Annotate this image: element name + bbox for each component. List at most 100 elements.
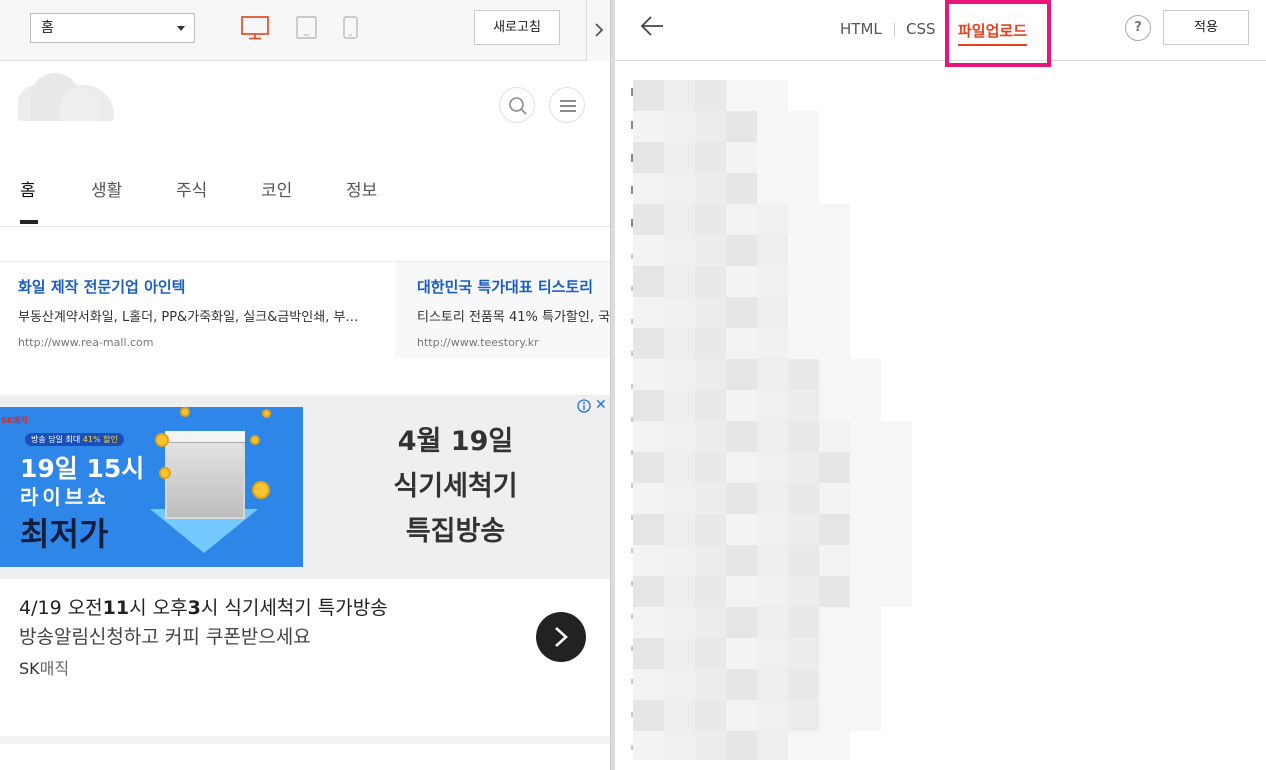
coin-decoration [159, 467, 171, 479]
coin-decoration [250, 435, 260, 445]
blur-cell [881, 452, 912, 483]
mobile-icon [343, 16, 358, 39]
nav-item-stock[interactable]: 주식 [176, 176, 207, 201]
text-ad-title[interactable]: 대한민국 특가대표 티스토리 [417, 276, 610, 297]
blur-cell [664, 142, 695, 173]
text-ad-url[interactable]: http://www.teestory.kr [417, 336, 610, 349]
nav-item-info[interactable]: 정보 [346, 176, 377, 201]
mobile-view-button[interactable] [343, 16, 359, 44]
blur-cell [757, 638, 788, 669]
blur-cell [664, 700, 695, 731]
blur-cell [881, 483, 912, 514]
text-ad-item[interactable]: 화일 제작 전문기업 아인텍 부동산계약서화일, L홀더, PP&가죽화일, 실… [0, 262, 395, 358]
blur-cell [664, 266, 695, 297]
banner-ad-text[interactable]: 4/19 오전11시 오후3시 식기세척기 특가방송 방송알림신청하고 커피 쿠… [0, 579, 610, 704]
banner-ad-image[interactable]: SK매직 방송 당일 최대 41% 할인 19일 15시 라이브쇼 최저가 [0, 407, 303, 567]
blur-cell [788, 483, 819, 514]
blur-cell [726, 669, 757, 700]
hamburger-menu-icon [560, 100, 576, 112]
nav-item-coin[interactable]: 코인 [261, 176, 292, 201]
ad-close-icon[interactable]: ✕ [595, 398, 607, 412]
blur-cell [633, 731, 664, 760]
text-ad-item[interactable]: 대한민국 특가대표 티스토리 티스토리 전품목 41% 특가할인, 국 http… [396, 262, 610, 358]
text-ad-url[interactable]: http://www.rea-mall.com [18, 336, 395, 349]
blur-cell [788, 266, 819, 297]
coin-decoration [262, 409, 271, 418]
nav-item-life[interactable]: 생활 [91, 176, 122, 201]
blur-cell [850, 700, 881, 731]
blur-cell [695, 390, 726, 421]
blur-cell [757, 483, 788, 514]
blur-cell [664, 452, 695, 483]
blur-cell [726, 142, 757, 173]
preview-pane: 홈 새로고침 홈 생활 주식 코인 정보 화일 제작 전문기업 아인텍 부동산계… [0, 0, 610, 770]
arrow-left-icon [640, 16, 663, 36]
blur-cell [788, 700, 819, 731]
blur-cell [850, 359, 881, 390]
desktop-view-button[interactable] [241, 16, 269, 44]
site-logo[interactable] [18, 73, 114, 121]
help-button[interactable]: ? [1125, 15, 1151, 41]
banner-ad[interactable]: SK매직 방송 당일 최대 41% 할인 19일 15시 라이브쇼 최저가 4월… [0, 395, 610, 704]
code-editor-area[interactable] [615, 62, 1266, 770]
blur-cell [664, 111, 695, 142]
blur-cell [695, 266, 726, 297]
apply-button[interactable]: 적용 [1163, 10, 1249, 45]
blur-cell [695, 173, 726, 204]
adchoices-icon[interactable] [577, 398, 591, 417]
blur-cell [788, 390, 819, 421]
blur-cell [788, 328, 819, 359]
blur-cell [850, 421, 881, 452]
blur-cell [757, 607, 788, 638]
refresh-button[interactable]: 새로고침 [474, 10, 560, 45]
tablet-view-button[interactable] [296, 16, 318, 44]
back-button[interactable] [639, 14, 665, 42]
blur-cell [633, 297, 664, 328]
blur-cell [726, 111, 757, 142]
blur-cell [850, 607, 881, 638]
blur-cell [819, 235, 850, 266]
blur-cell [819, 607, 850, 638]
text-ad-title[interactable]: 화일 제작 전문기업 아인텍 [18, 276, 395, 297]
blur-cell [664, 545, 695, 576]
blur-cell [664, 204, 695, 235]
blur-cell [757, 297, 788, 328]
blur-cell [726, 390, 757, 421]
blur-cell [788, 204, 819, 235]
nav-item-home[interactable]: 홈 [20, 176, 36, 201]
dishwasher-image [165, 431, 245, 519]
tab-html[interactable]: HTML [840, 20, 882, 38]
tab-css[interactable]: CSS [906, 20, 936, 38]
site-search-button[interactable] [499, 87, 535, 123]
blur-cell [726, 204, 757, 235]
page-select-value: 홈 [41, 20, 54, 36]
blur-cell [788, 638, 819, 669]
blur-cell [726, 80, 757, 111]
blur-cell [757, 514, 788, 545]
blur-cell [726, 173, 757, 204]
banner-headline-line: 4월 19일 [397, 426, 514, 457]
blur-cell [664, 80, 695, 111]
banner-ad-visual[interactable]: SK매직 방송 당일 최대 41% 할인 19일 15시 라이브쇼 최저가 4월… [0, 395, 610, 579]
blur-cell [633, 638, 664, 669]
blur-cell [726, 700, 757, 731]
page-select[interactable]: 홈 [30, 13, 195, 43]
blur-cell [664, 638, 695, 669]
blur-cell [757, 204, 788, 235]
banner-ad-title-part: 4/19 오전 [19, 597, 103, 619]
blur-cell [633, 607, 664, 638]
blur-cell [757, 452, 788, 483]
blur-cell [788, 576, 819, 607]
banner-ad-title-part: 11 [102, 597, 130, 619]
site-menu-button[interactable] [549, 87, 585, 123]
advertiser-rest: 매직 [39, 659, 70, 678]
blur-cell [850, 390, 881, 421]
blur-cell [757, 421, 788, 452]
blur-cell [757, 669, 788, 700]
collapse-panel-button[interactable] [586, 0, 610, 61]
blur-cell [881, 576, 912, 607]
blur-cell [633, 266, 664, 297]
blur-cell [726, 421, 757, 452]
blur-cell [788, 514, 819, 545]
banner-ad-go-button[interactable] [536, 612, 586, 662]
